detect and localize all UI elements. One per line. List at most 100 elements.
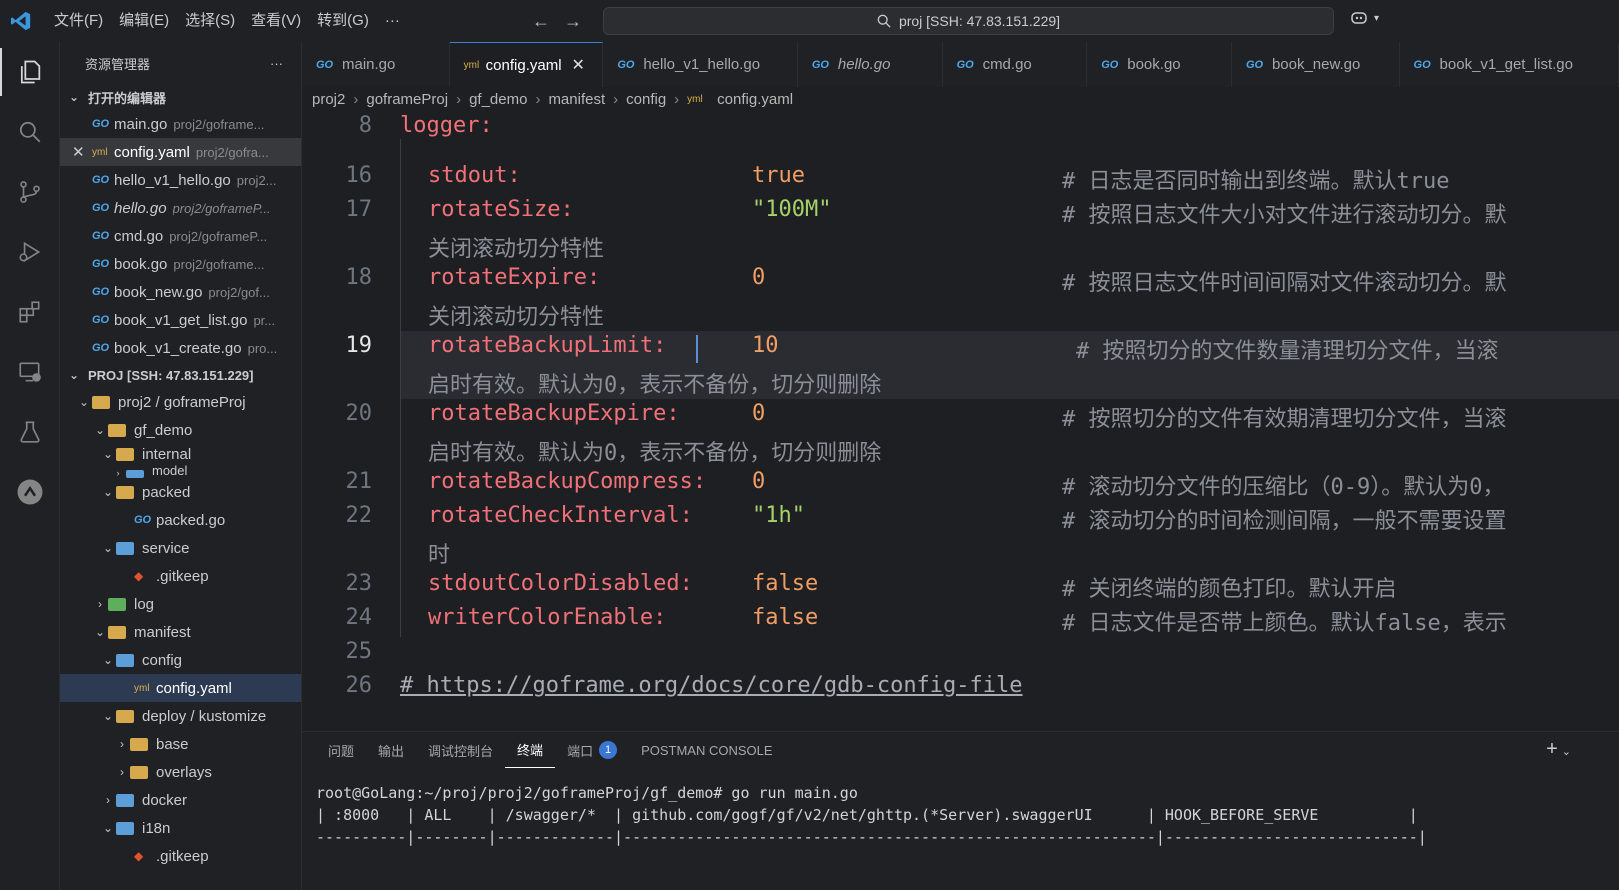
menu-more[interactable]: ··· [377, 0, 408, 42]
menu-edit[interactable]: 编辑(E) [111, 0, 177, 42]
run-debug-icon[interactable] [0, 222, 60, 282]
tab-hello-go[interactable]: GO hello.go [798, 42, 943, 87]
close-icon[interactable]: ✕ [72, 143, 92, 161]
tree-folder[interactable]: ⌄ proj2 / goframeProj [60, 388, 301, 416]
breadcrumb-item[interactable]: proj2 [312, 91, 345, 108]
tab-ports[interactable]: 端口 1 [555, 732, 629, 768]
chevron-down-icon: ⌄ [94, 423, 106, 437]
file-name: config.yaml [156, 679, 232, 697]
menu-selection[interactable]: 选择(S) [177, 0, 243, 42]
folder-icon [108, 625, 126, 639]
open-editor-item[interactable]: GO book_v1_create.go pro... [60, 334, 301, 362]
open-editor-item[interactable]: GO hello_v1_hello.go proj2... [60, 166, 301, 194]
breadcrumb-item[interactable]: manifest [548, 91, 605, 108]
tree-folder[interactable]: ⌄ packed [60, 478, 301, 506]
remote-explorer-icon[interactable] [0, 342, 60, 402]
open-editor-item[interactable]: GO book.go proj2/goframe... [60, 250, 301, 278]
yaml-comment-link[interactable]: # https://goframe.org/docs/core/gdb-conf… [400, 673, 1023, 698]
tree-folder[interactable]: › base [60, 730, 301, 758]
folder-name: service [142, 539, 190, 557]
go-file-icon: GO [92, 286, 110, 298]
project-header[interactable]: ⌄ PROJ [SSH: 47.83.151.229] [60, 362, 301, 388]
open-editors-header[interactable]: ⌄ 打开的编辑器 [60, 84, 301, 110]
tree-folder[interactable]: › log [60, 590, 301, 618]
file-path: proj2/gof... [208, 284, 270, 300]
menu-file[interactable]: 文件(F) [46, 0, 111, 42]
activity-bar [0, 42, 60, 890]
code-line: 22 rotateCheckInterval: "1h" # 滚动切分的时间检测… [302, 503, 1619, 537]
folder-name: docker [142, 791, 188, 809]
go-file-icon: GO [92, 202, 110, 214]
forward-arrow-icon[interactable]: → [564, 11, 582, 32]
tree-folder[interactable]: ⌄ deploy / kustomize [60, 702, 301, 730]
open-editor-item[interactable]: GO hello.go proj2/goframeP... [60, 194, 301, 222]
open-editor-item[interactable]: GO cmd.go proj2/goframeP... [60, 222, 301, 250]
tree-folder[interactable]: ⌄ i18n [60, 814, 301, 842]
folder-icon [126, 470, 144, 478]
tab-book-v1-get-list-go[interactable]: GO book_v1_get_list.go [1400, 42, 1619, 87]
tree-folder[interactable]: ⌄ internal [60, 444, 301, 464]
tab-main-go[interactable]: GO main.go [302, 42, 450, 87]
go-file-icon: GO [92, 342, 110, 354]
breadcrumb-item[interactable]: config.yaml [717, 91, 793, 108]
code-editor[interactable]: 8 logger: 16 stdout: true # 日志是否同时输出到终端。… [302, 111, 1619, 731]
go-file-icon: GO [1245, 58, 1264, 71]
menu-go[interactable]: 转到(G) [309, 0, 377, 42]
command-center[interactable]: proj [SSH: 47.83.151.229] [603, 7, 1334, 35]
open-editor-item[interactable]: GO book_new.go proj2/gof... [60, 278, 301, 306]
back-arrow-icon[interactable]: ← [532, 11, 550, 32]
chevron-right-icon: › [120, 765, 124, 779]
tree-folder[interactable]: › model [60, 464, 301, 478]
folder-name: overlays [156, 763, 212, 781]
tree-folder[interactable]: ⌄ gf_demo [60, 416, 301, 444]
tab-terminal[interactable]: 终端 [505, 732, 556, 768]
chevron-down-icon[interactable]: ⌄ [1562, 746, 1571, 758]
search-icon[interactable] [0, 102, 60, 162]
extensions-icon[interactable] [0, 282, 60, 342]
tree-file[interactable]: GO packed.go [60, 506, 301, 534]
title-bar: 文件(F) 编辑(E) 选择(S) 查看(V) 转到(G) ··· ← → pr… [0, 0, 1619, 42]
tree-file[interactable]: ◆ .gitkeep [60, 562, 301, 590]
tab-cmd-go[interactable]: GO cmd.go [943, 42, 1088, 87]
breadcrumb-item[interactable]: config [626, 91, 666, 108]
yaml-file-icon: yml [134, 682, 150, 694]
file-name: .gitkeep [156, 567, 209, 585]
tree-folder[interactable]: › docker [60, 786, 301, 814]
tree-file-selected[interactable]: yml config.yaml [60, 674, 301, 702]
line-number: 25 [345, 639, 373, 664]
tab-book-go[interactable]: GO book.go [1087, 42, 1232, 87]
tree-folder[interactable]: › overlays [60, 758, 301, 786]
tree-folder[interactable]: ⌄ service [60, 534, 301, 562]
tab-book-new-go[interactable]: GO book_new.go [1232, 42, 1400, 87]
tab-debug-console[interactable]: 调试控制台 [416, 732, 505, 768]
tree-folder[interactable]: ⌄ manifest [60, 618, 301, 646]
tab-config-yaml[interactable]: yml config.yaml ✕ [449, 42, 604, 87]
breadcrumb-item[interactable]: goframeProj [366, 91, 448, 108]
open-editor-item[interactable]: GO book_v1_get_list.go pr... [60, 306, 301, 334]
chevron-down-icon[interactable]: ▾ [1374, 13, 1379, 24]
chevron-right-icon: › [98, 597, 102, 611]
open-editor-item-active[interactable]: ✕ yml config.yaml proj2/gofra... [60, 138, 301, 166]
close-icon[interactable]: ✕ [572, 55, 585, 75]
tree-file[interactable]: ◆ .gitkeep [60, 842, 301, 870]
open-editor-item[interactable]: GO main.go proj2/goframe... [60, 110, 301, 138]
explorer-icon[interactable] [0, 42, 60, 102]
tree-folder[interactable]: ⌄ config [60, 646, 301, 674]
tab-output[interactable]: 输出 [366, 732, 416, 768]
copilot-icon[interactable]: ▾ [1350, 9, 1379, 27]
tab-hello-v1-hello-go[interactable]: GO hello_v1_hello.go [603, 42, 798, 87]
tab-postman-console[interactable]: POSTMAN CONSOLE [629, 732, 784, 768]
breadcrumb-item[interactable]: gf_demo [469, 91, 527, 108]
code-line: 16 stdout: true # 日志是否同时输出到终端。默认true [302, 163, 1619, 197]
chevron-right-icon: › [353, 90, 359, 108]
more-actions-icon[interactable]: ··· [270, 56, 283, 71]
testing-icon[interactable] [0, 402, 60, 462]
add-terminal-icon[interactable]: + [1546, 738, 1558, 760]
terminal-output[interactable]: root@GoLang:~/proj/proj2/goframeProj/gf_… [302, 768, 1619, 848]
menu-view[interactable]: 查看(V) [243, 0, 309, 42]
source-control-icon[interactable] [0, 162, 60, 222]
gitlens-icon[interactable] [0, 462, 60, 522]
tab-problems[interactable]: 问题 [316, 732, 366, 768]
go-file-icon: GO [811, 58, 829, 71]
code-line-current: 19 rotateBackupLimit: 10 # 按照切分的文件数量清理切分… [302, 333, 1619, 367]
